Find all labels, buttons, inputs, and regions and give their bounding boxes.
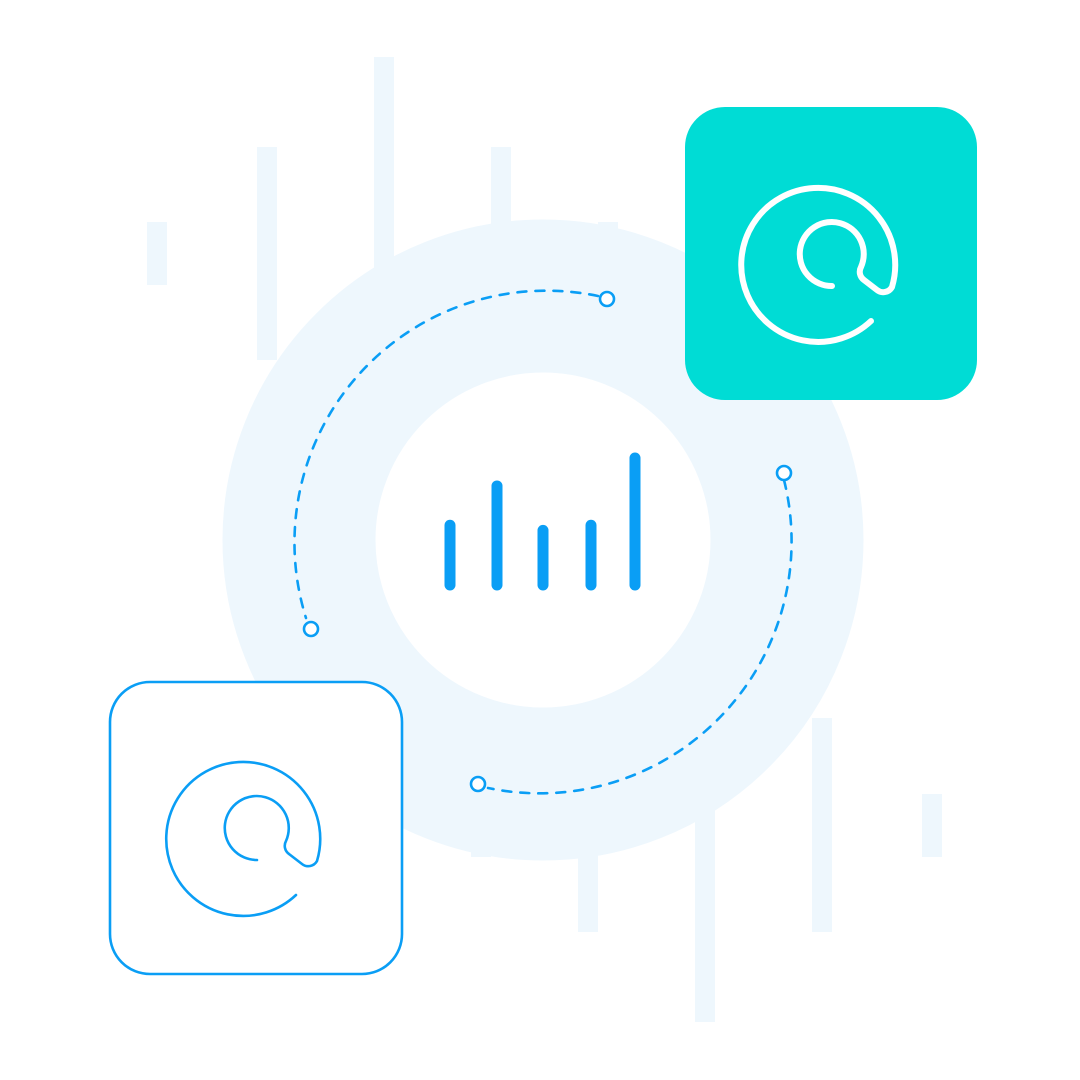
- bg-strip: [147, 222, 167, 285]
- bg-strip: [695, 792, 715, 1022]
- bg-strip: [812, 718, 832, 932]
- bg-strip: [374, 57, 394, 285]
- bar-chart-icon: [444, 452, 641, 591]
- analytics-mention-illustration: [108, 57, 977, 1022]
- cycle-arrow-node: [469, 775, 487, 793]
- card-outline: [108, 680, 404, 976]
- mention-card-filled: [685, 107, 977, 400]
- mention-card-outline: [108, 680, 404, 976]
- cycle-arrow-node: [775, 464, 793, 482]
- bg-strip: [922, 794, 942, 857]
- cycle-arrow-node: [598, 290, 616, 308]
- card-background: [685, 107, 977, 400]
- cycle-arrow-node: [302, 620, 320, 638]
- illustration-stage: [0, 0, 1080, 1080]
- bg-strip: [257, 147, 277, 360]
